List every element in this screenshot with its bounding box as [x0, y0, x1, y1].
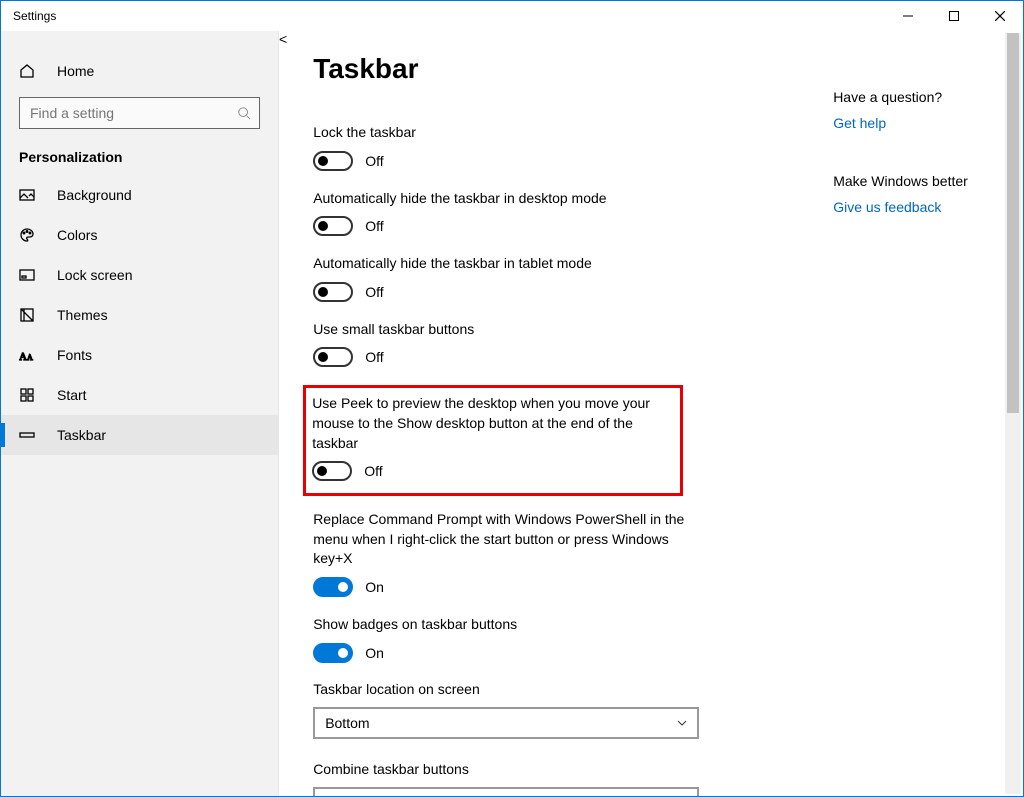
sidebar-item-label: Fonts	[57, 347, 92, 363]
window-title: Settings	[13, 9, 56, 23]
setting-label: Combine taskbar buttons	[313, 761, 793, 777]
toggle-state: Off	[364, 463, 382, 479]
link-give-feedback[interactable]: Give us feedback	[833, 199, 987, 215]
right-question-heading: Have a question?	[833, 89, 987, 105]
setting-lock-taskbar: Lock the taskbar Off	[313, 123, 693, 171]
right-better-heading: Make Windows better	[833, 173, 987, 189]
scrollbar-thumb[interactable]	[1007, 33, 1019, 413]
window-controls	[885, 1, 1023, 31]
toggle-state: Off	[365, 349, 383, 365]
sidebar-item-taskbar[interactable]: Taskbar	[1, 415, 278, 455]
setting-small-buttons: Use small taskbar buttons Off	[313, 320, 693, 368]
dropdown-value: Always, hide labels	[325, 795, 444, 796]
maximize-button[interactable]	[931, 1, 977, 31]
svg-text:A: A	[19, 351, 27, 363]
highlight-peek: Use Peek to preview the desktop when you…	[303, 385, 683, 496]
toggle-powershell[interactable]	[313, 577, 353, 597]
setting-label: Taskbar location on screen	[313, 681, 793, 697]
setting-label: Automatically hide the taskbar in tablet…	[313, 254, 693, 274]
setting-label: Lock the taskbar	[313, 123, 693, 143]
setting-label: Automatically hide the taskbar in deskto…	[313, 189, 693, 209]
taskbar-icon	[19, 427, 39, 443]
setting-combine: Combine taskbar buttons Always, hide lab…	[313, 761, 793, 796]
dropdown-taskbar-location[interactable]: Bottom	[313, 707, 699, 739]
right-column: Have a question? Get help Make Windows b…	[793, 53, 987, 796]
setting-badges: Show badges on taskbar buttons On	[313, 615, 693, 663]
setting-powershell: Replace Command Prompt with Windows Powe…	[313, 510, 693, 597]
sidebar-item-label: Background	[57, 187, 132, 203]
sidebar-item-label: Lock screen	[57, 267, 132, 283]
page-title: Taskbar	[313, 53, 793, 85]
dropdown-value: Bottom	[325, 715, 369, 731]
sidebar-item-label: Start	[57, 387, 87, 403]
toggle-state: On	[365, 645, 384, 661]
sidebar-item-label: Taskbar	[57, 427, 106, 443]
toggle-badges[interactable]	[313, 643, 353, 663]
setting-label: Use small taskbar buttons	[313, 320, 693, 340]
titlebar: Settings	[1, 1, 1023, 31]
close-button[interactable]	[977, 1, 1023, 31]
toggle-autohide-desktop[interactable]	[313, 216, 353, 236]
sidebar-item-label: Themes	[57, 307, 108, 323]
sidebar-category: Personalization	[1, 129, 278, 175]
chevron-down-icon	[677, 718, 687, 728]
search-box[interactable]	[19, 97, 260, 129]
search-icon	[237, 106, 251, 120]
main-area: Taskbar Lock the taskbar Off Automatical…	[287, 31, 1023, 796]
setting-label: Replace Command Prompt with Windows Powe…	[313, 510, 693, 569]
sidebar-home[interactable]: Home	[1, 51, 278, 91]
toggle-small-buttons[interactable]	[313, 347, 353, 367]
content-column: Taskbar Lock the taskbar Off Automatical…	[313, 53, 793, 796]
toggle-peek[interactable]	[312, 461, 352, 481]
lockscreen-icon	[19, 267, 39, 283]
toggle-state: On	[365, 579, 384, 595]
dropdown-combine-buttons[interactable]: Always, hide labels	[313, 787, 699, 796]
sidebar-item-lockscreen[interactable]: Lock screen	[1, 255, 278, 295]
toggle-state: Off	[365, 218, 383, 234]
sidebar-home-label: Home	[57, 63, 94, 79]
minimize-button[interactable]	[885, 1, 931, 31]
fonts-icon: AA	[19, 347, 39, 363]
start-icon	[19, 387, 39, 403]
home-icon	[19, 63, 39, 79]
sidebar-item-fonts[interactable]: AA Fonts	[1, 335, 278, 375]
setting-peek: Use Peek to preview the desktop when you…	[312, 394, 670, 481]
setting-autohide-tablet: Automatically hide the taskbar in tablet…	[313, 254, 693, 302]
toggle-state: Off	[365, 153, 383, 169]
toggle-autohide-tablet[interactable]	[313, 282, 353, 302]
sidebar-item-label: Colors	[57, 227, 97, 243]
sidebar-item-colors[interactable]: Colors	[1, 215, 278, 255]
search-input[interactable]	[28, 104, 237, 122]
svg-text:A: A	[27, 353, 33, 362]
palette-icon	[19, 227, 39, 243]
setting-autohide-desktop: Automatically hide the taskbar in deskto…	[313, 189, 693, 237]
themes-icon	[19, 307, 39, 323]
settings-window: Settings Home Personalization	[0, 0, 1024, 797]
sidebar-item-themes[interactable]: Themes	[1, 295, 278, 335]
setting-location: Taskbar location on screen Bottom	[313, 681, 793, 739]
sidebar: Home Personalization Background Colors	[1, 31, 279, 796]
scrollbar[interactable]	[1005, 33, 1021, 794]
toggle-state: Off	[365, 284, 383, 300]
image-icon	[19, 187, 39, 203]
sidebar-nav: Background Colors Lock screen Themes AA …	[1, 175, 278, 455]
setting-label: Show badges on taskbar buttons	[313, 615, 693, 635]
toggle-lock-taskbar[interactable]	[313, 151, 353, 171]
link-get-help[interactable]: Get help	[833, 115, 987, 131]
setting-label: Use Peek to preview the desktop when you…	[312, 394, 670, 453]
sidebar-item-start[interactable]: Start	[1, 375, 278, 415]
sidebar-item-background[interactable]: Background	[1, 175, 278, 215]
